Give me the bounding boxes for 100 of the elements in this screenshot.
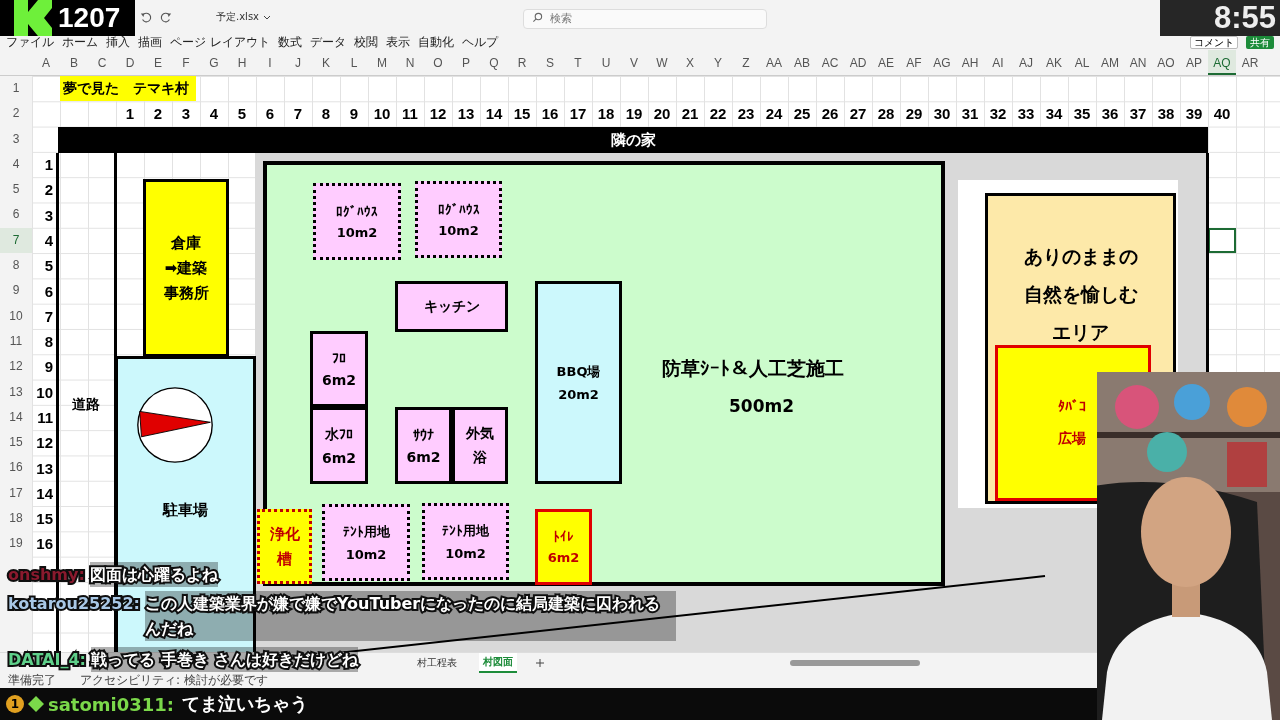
column-header[interactable]: AH (956, 50, 984, 75)
column-header[interactable]: N (396, 50, 424, 75)
row-header[interactable]: 18 (0, 506, 32, 532)
column-header[interactable]: AN (1124, 50, 1152, 75)
column-header[interactable]: Q (480, 50, 508, 75)
cell-number: 30 (932, 104, 952, 125)
column-header[interactable]: E (144, 50, 172, 75)
column-header[interactable]: AC (816, 50, 844, 75)
undo-icon[interactable] (140, 11, 152, 23)
column-header[interactable]: H (228, 50, 256, 75)
cell-number: 35 (1072, 104, 1092, 125)
column-header[interactable]: X (676, 50, 704, 75)
menu-tab[interactable]: ファイル (6, 33, 54, 51)
menu-tab[interactable]: 校閲 (353, 33, 378, 51)
column-header[interactable]: AE (872, 50, 900, 75)
menu-tab[interactable]: 数式 (277, 33, 302, 51)
column-header[interactable]: AL (1068, 50, 1096, 75)
column-header[interactable]: L (340, 50, 368, 75)
column-header[interactable]: W (648, 50, 676, 75)
column-header[interactable]: AM (1096, 50, 1124, 75)
menu-tab[interactable]: データ (309, 33, 346, 51)
row-header[interactable]: 4 (0, 151, 32, 178)
row-header[interactable]: 17 (0, 480, 32, 507)
column-header[interactable]: AF (900, 50, 928, 75)
row-header[interactable]: 8 (0, 253, 32, 279)
add-icon[interactable] (535, 657, 545, 668)
row-header[interactable]: 16 (0, 455, 32, 481)
column-header[interactable]: AA (760, 50, 788, 75)
column-header[interactable]: M (368, 50, 396, 75)
cell-number: 29 (904, 104, 924, 125)
row-header[interactable]: 10 (0, 303, 32, 329)
menu-tab[interactable]: 自動化 (417, 33, 454, 51)
column-header[interactable]: R (508, 50, 536, 75)
column-header[interactable]: AB (788, 50, 816, 75)
column-header[interactable]: P (452, 50, 480, 75)
row-header[interactable]: 5 (0, 177, 32, 203)
row-header[interactable]: 12 (0, 354, 32, 380)
scrollbar[interactable] (790, 659, 920, 666)
cell-number: 34 (1044, 104, 1064, 125)
menu-tab[interactable]: ページ レイアウト (170, 33, 270, 51)
column-header[interactable]: J (284, 50, 312, 75)
row-header[interactable]: 2 (0, 101, 32, 127)
column-header[interactable]: C (88, 50, 116, 75)
column-header[interactable]: T (564, 50, 592, 75)
cell-number: 18 (596, 104, 616, 125)
column-header[interactable]: AP (1180, 50, 1208, 75)
rank-badge: 1 (6, 695, 24, 713)
chat-message: 戦ってる 手巻き さんは好きだけどね (90, 647, 359, 672)
cell-number: 2 (43, 180, 54, 201)
column-header[interactable]: K (312, 50, 340, 75)
row-header[interactable]: 11 (0, 328, 32, 355)
facility-block: ﾛｸﾞﾊｳｽ 10m2 (313, 183, 401, 260)
cell-number: 39 (1184, 104, 1204, 125)
column-header[interactable]: G (200, 50, 228, 75)
row-header[interactable]: 19 (0, 531, 32, 557)
column-header[interactable]: AQ (1208, 50, 1236, 75)
facility-block: ﾃﾝﾄ用地 10m2 (422, 503, 509, 580)
row-header[interactable]: 7 (0, 227, 32, 254)
cell-number: 5 (236, 104, 248, 125)
row-header[interactable]: 6 (0, 202, 32, 228)
cell-number: 10 (372, 104, 392, 125)
row-header[interactable]: 9 (0, 278, 32, 304)
sheet-tab[interactable]: 村工程表 (413, 653, 461, 672)
column-header[interactable]: AK (1040, 50, 1068, 75)
row-header[interactable]: 1 (0, 76, 32, 102)
column-header[interactable]: AD (844, 50, 872, 75)
column-header[interactable]: D (116, 50, 144, 75)
facility-block: ﾛｸﾞﾊｳｽ 10m2 (415, 181, 502, 258)
row-header[interactable]: 14 (0, 404, 32, 431)
cell-number: 20 (652, 104, 672, 125)
column-header[interactable]: F (172, 50, 200, 75)
sheet-tab[interactable]: 村図面 (479, 652, 517, 673)
row-header[interactable]: 15 (0, 430, 32, 456)
column-header[interactable]: AI (984, 50, 1012, 75)
menu-tab[interactable]: 描画 (138, 33, 162, 51)
column-header[interactable]: AG (928, 50, 956, 75)
column-header[interactable]: U (592, 50, 620, 75)
column-header[interactable]: Y (704, 50, 732, 75)
redo-icon[interactable] (160, 11, 172, 23)
menu-tab[interactable]: ホーム (62, 33, 98, 51)
column-header[interactable]: B (60, 50, 88, 75)
file-name[interactable]: 予定.xlsx (216, 10, 259, 24)
column-header[interactable]: AR (1236, 50, 1264, 75)
facility-block: ﾌﾛ 6m2 (310, 331, 368, 407)
column-header[interactable]: I (256, 50, 284, 75)
row-header[interactable]: 3 (0, 126, 32, 152)
column-header[interactable]: V (620, 50, 648, 75)
cell-number: 19 (624, 104, 644, 125)
column-header[interactable]: AO (1152, 50, 1180, 75)
row-header[interactable]: 13 (0, 379, 32, 405)
menu-tab[interactable]: 挿入 (106, 33, 130, 51)
column-header[interactable]: O (424, 50, 452, 75)
menu-tab[interactable]: 表示 (385, 33, 410, 51)
column-header[interactable]: S (536, 50, 564, 75)
column-header[interactable]: A (32, 50, 60, 75)
menu-tab[interactable]: ヘルプ (461, 33, 498, 51)
column-header[interactable]: Z (732, 50, 760, 75)
search-field[interactable]: 検索 (523, 8, 767, 29)
column-header[interactable]: AJ (1012, 50, 1040, 75)
chevron-down-icon[interactable] (263, 14, 271, 20)
